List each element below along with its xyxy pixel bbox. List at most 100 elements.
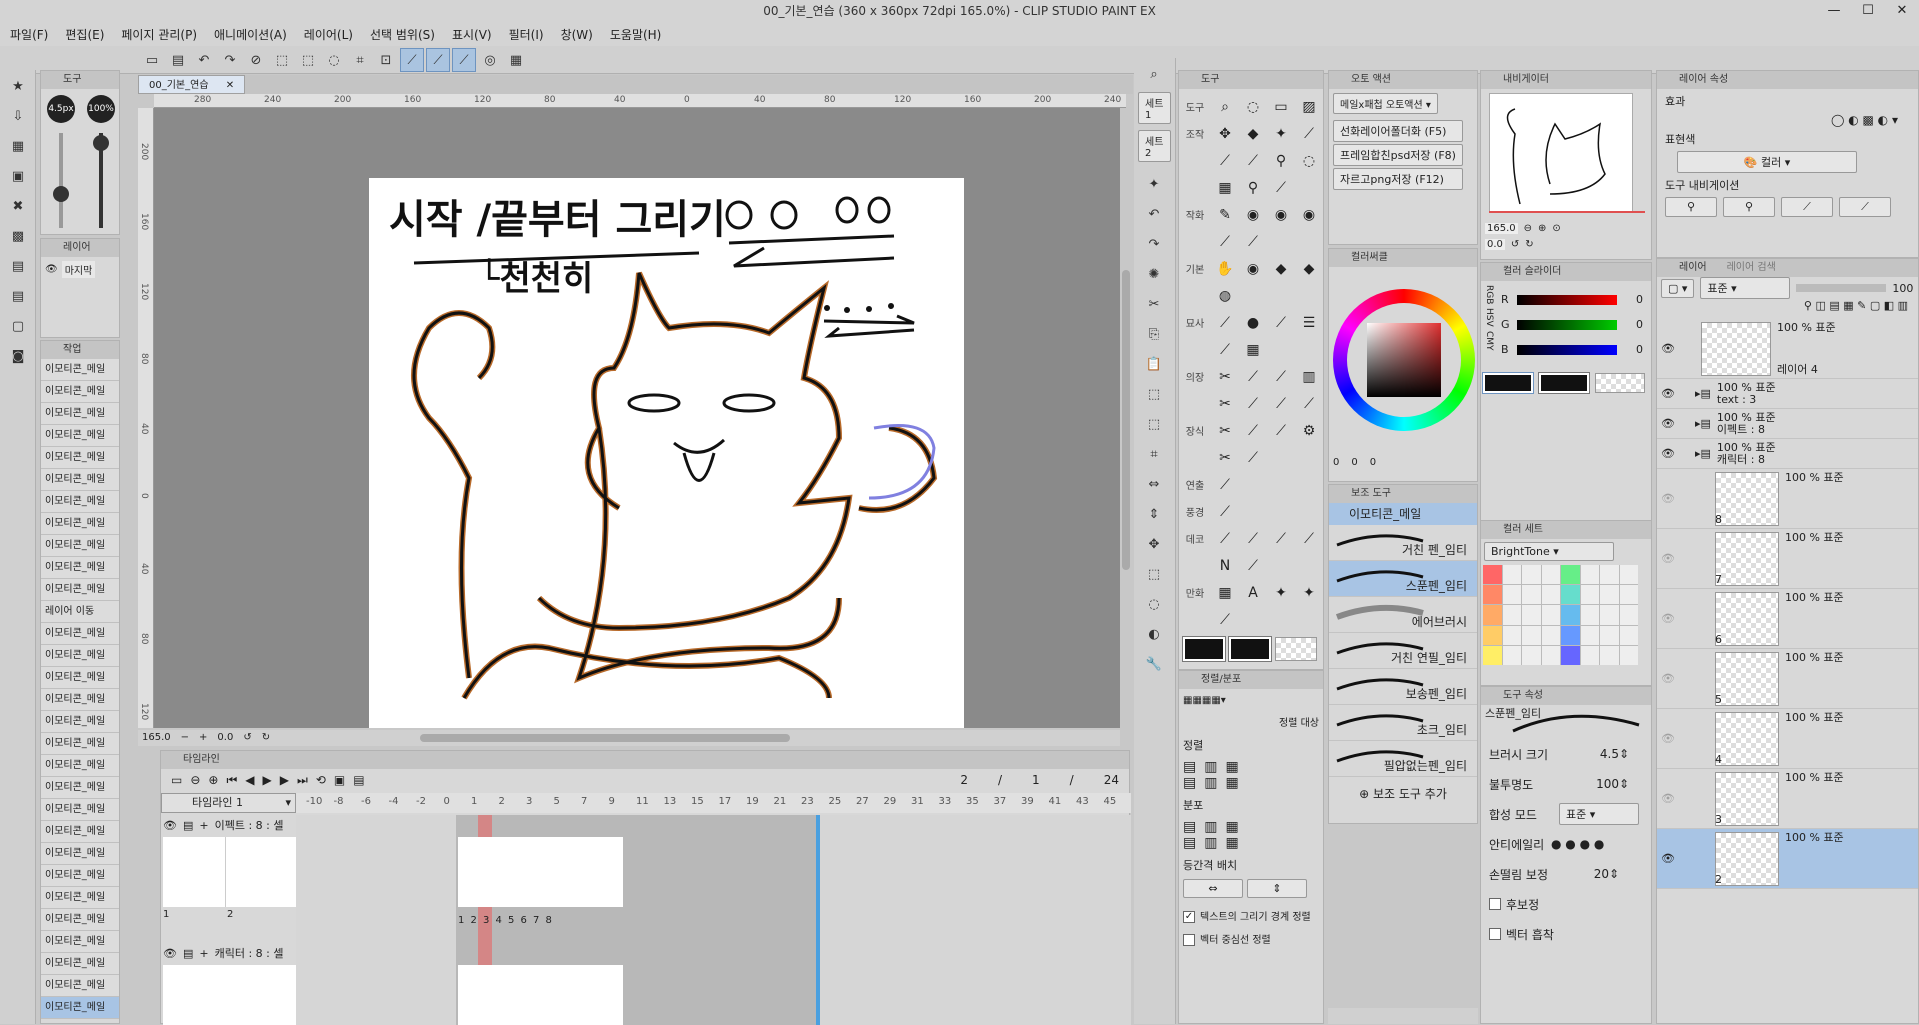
action-item[interactable]: 이모티콘_메일 [41,447,119,469]
cel-row[interactable]: 👁 100 % 표준 8 [1657,469,1918,529]
navigator-preview[interactable] [1489,93,1633,213]
eye-icon[interactable]: 👁 [163,819,177,832]
tool-icon[interactable]: ✂ [1211,365,1239,389]
onion-skin-icon[interactable]: ▤ [353,773,364,787]
tool-icon[interactable]: ◉ [1239,257,1267,281]
screen-icon[interactable]: ▢ [6,314,30,338]
tool-nav-button-2[interactable]: ⚲ [1723,197,1775,217]
tool-icon[interactable]: ⟋ [1239,419,1267,443]
crop-icon[interactable]: ⌗ [348,48,372,72]
canvas-angle-value[interactable]: 0.0 [217,730,233,746]
cel-row[interactable]: 👁 100 % 표준 4 [1657,709,1918,769]
layer-toolbar[interactable]: ⚲ ◫ ▤ ▦ ✎ ▢ ◧ ▥ [1657,299,1918,319]
timeline-select[interactable]: 타임라인 1 ▾ [161,793,296,813]
post-correction-row[interactable]: 후보정 [1481,889,1651,919]
tool-icon[interactable]: ✂ [1211,419,1239,443]
action-item[interactable]: 이모티콘_메일 [41,711,119,733]
tool-icon[interactable]: ⚲ [1239,176,1267,200]
slider-main-swatch[interactable] [1482,372,1534,394]
sub-tool-item[interactable]: 에어브러시 [1329,597,1477,633]
align-vector-center-checkbox[interactable] [1183,934,1195,946]
undo-icon[interactable]: ↶ [1142,202,1166,226]
action-item[interactable]: 이모티콘_메일 [41,777,119,799]
play-icon[interactable]: ▶ [263,773,272,787]
distribute-buttons[interactable]: ▤▥▦ ▤▥▦ [1179,815,1323,855]
action-item[interactable]: 이모티콘_메일 [41,865,119,887]
search-icon[interactable]: ⌕ [1142,62,1166,86]
tool-icon[interactable]: ✂ [1211,446,1239,470]
action-item[interactable]: 이모티콘_메일 [41,491,119,513]
tool-icon[interactable]: ⟋ [1267,176,1295,200]
paste-icon[interactable]: 📋 [1142,352,1166,376]
stepper-icon[interactable]: ⇕ [1609,867,1619,881]
tool-icon[interactable]: ⟋ [1239,554,1267,578]
lasso-icon[interactable]: ◌ [1142,592,1166,616]
cel-row[interactable]: 👁 100 % 표준 6 [1657,589,1918,649]
eye-icon[interactable]: 👁 [1661,447,1675,460]
layer-row[interactable]: 👁 ▸▤ 100 % 표준 이펙트 : 8 [1657,409,1918,439]
action-item[interactable]: 이모티콘_메일 [41,645,119,667]
layer-opacity-slider[interactable] [1796,284,1887,292]
color-channel-slider[interactable] [1517,344,1617,355]
tool-icon[interactable]: ⟋ [1239,392,1267,416]
close-tab-icon[interactable]: ✕ [226,80,234,91]
tool-icon[interactable]: ✦ [1267,581,1295,605]
opacity-slider-handle[interactable] [93,135,109,151]
action-item[interactable]: 이모티콘_메일 [41,623,119,645]
tool-icon[interactable]: ◌ [1239,95,1267,119]
action-item[interactable]: 이모티콘_메일 [41,909,119,931]
new-icon[interactable]: ✦ [1142,172,1166,196]
action-item[interactable]: 이모티콘_메일 [41,557,119,579]
menu-item-1[interactable]: 편집(E) [65,26,104,43]
tool-icon[interactable]: ⚲ [1267,149,1295,173]
cel-row[interactable]: 👁 100 % 표준 2 [1657,829,1918,889]
action-item[interactable]: 이모티콘_메일 [41,359,119,381]
stepper-icon[interactable]: ⇕ [1619,777,1629,791]
track-effect[interactable]: 👁 ▤ + 이펙트 : 8 : 셀 [161,815,296,835]
loading-icon[interactable]: ✺ [1142,262,1166,286]
tool-icon[interactable]: ⟋ [1295,527,1323,551]
tool-icon[interactable]: ◉ [1295,203,1323,227]
sub-tool-group-tab[interactable]: 이모티콘_메일 [1329,503,1477,525]
action-item[interactable]: 이모티콘_메일 [41,425,119,447]
zoom-in-icon[interactable]: + [199,730,207,746]
tool-icon[interactable]: ⟋ [1211,527,1239,551]
tool-icon[interactable]: ⟋ [1267,527,1295,551]
timeline-grid[interactable]: 12345678 [296,815,1131,1025]
action-item[interactable]: 이모티콘_메일 [41,579,119,601]
action-item[interactable]: 이모티콘_메일 [41,931,119,953]
tool-icon[interactable]: ◉ [1267,203,1295,227]
brush-size-slider[interactable] [59,133,63,228]
minimize-button[interactable]: — [1817,0,1851,22]
menu-item-5[interactable]: 선택 범위(S) [370,26,435,43]
flip-h-icon[interactable]: ⇔ [1142,472,1166,496]
slider-sub-swatch[interactable] [1538,372,1590,394]
navigator-zoom-value[interactable]: 165.0 [1485,223,1518,234]
action-item[interactable]: 이모티콘_메일 [41,513,119,535]
layer-row[interactable]: 👁 ▸▤ 100 % 표준 캐릭터 : 8 [1657,439,1918,469]
blend-mode-row[interactable]: 합성 모드 표준 ▾ [1481,799,1651,829]
eye-icon[interactable]: 👁 [1661,792,1675,805]
action-item[interactable]: 이모티콘_메일 [41,997,119,1019]
material-icon[interactable]: ▦ [6,134,30,158]
tool-icon[interactable]: ▥ [1295,365,1323,389]
tool-nav-button-4[interactable]: ⟋ [1839,197,1891,217]
action-item[interactable]: 이모티콘_메일 [41,403,119,425]
sub-tool-item[interactable]: 거친 펜_임티 [1329,525,1477,561]
menu-item-8[interactable]: 창(W) [561,26,593,43]
menu-item-7[interactable]: 필터(I) [509,26,544,43]
color-mode-tab[interactable]: CMY [1484,331,1494,351]
cel-row[interactable]: 👁 100 % 표준 7 [1657,529,1918,589]
x-icon[interactable]: ✖ [6,194,30,218]
clear-icon[interactable]: ⊘ [244,48,268,72]
action-item[interactable]: 이모티콘_메일 [41,469,119,491]
eye-icon[interactable]: 👁 [1661,342,1675,355]
vector-snap-row[interactable]: 벡터 흡착 [1481,919,1651,949]
cel-row[interactable]: 👁 100 % 표준 5 [1657,649,1918,709]
new-cel-icon[interactable]: ▣ [334,773,345,787]
color-set-grid[interactable] [1483,565,1638,665]
brush-size-input[interactable]: 4.5 [1579,747,1619,761]
tool-icon[interactable]: ◌ [1295,149,1323,173]
sub-tool-item[interactable]: 필압없는펜_임티 [1329,741,1477,777]
deselect-icon[interactable]: ◌ [322,48,346,72]
